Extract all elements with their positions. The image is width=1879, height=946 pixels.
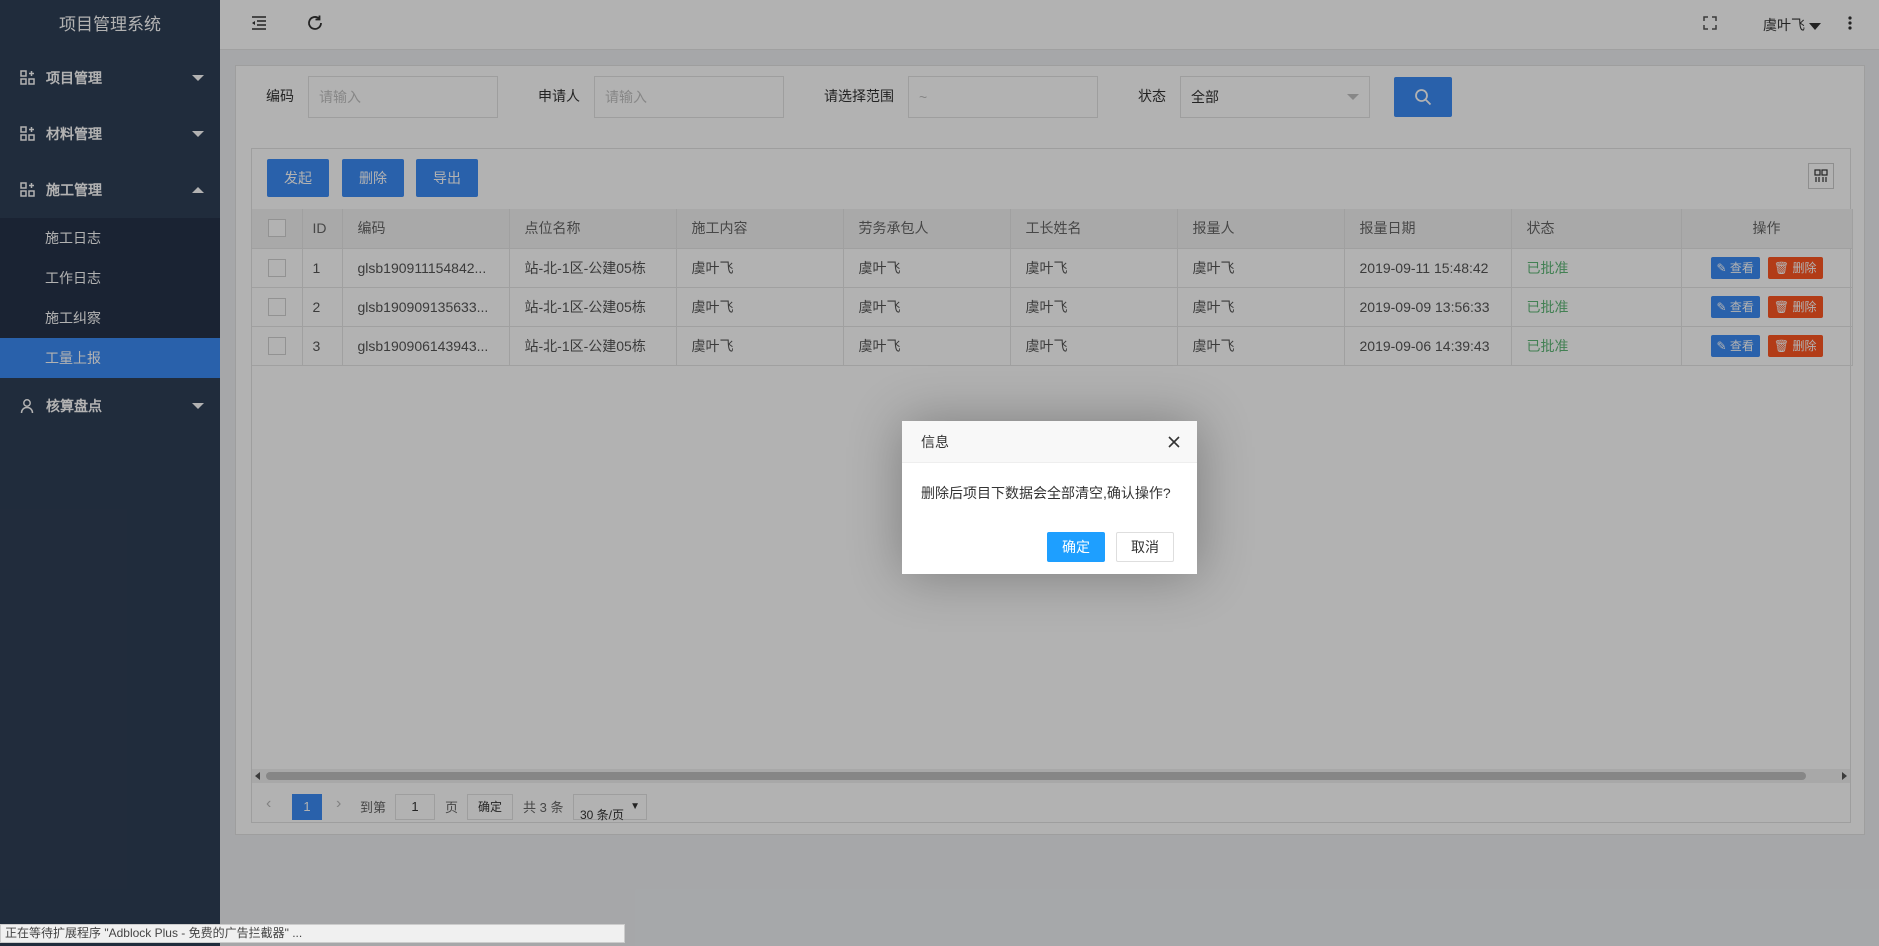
dialog-cancel-button[interactable]: 取消 [1116,532,1174,562]
dialog-message: 删除后项目下数据会全部清空,确认操作? [921,485,1171,501]
browser-status-bar: 正在等待扩展程序 "Adblock Plus - 免费的广告拦截器" ... [0,924,625,943]
dialog-confirm-button[interactable]: 确定 [1047,532,1105,562]
dialog-title: 信息 [902,421,1197,463]
close-icon[interactable] [1165,433,1183,451]
confirm-dialog: 信息 删除后项目下数据会全部清空,确认操作? 确定 取消 [902,421,1197,574]
